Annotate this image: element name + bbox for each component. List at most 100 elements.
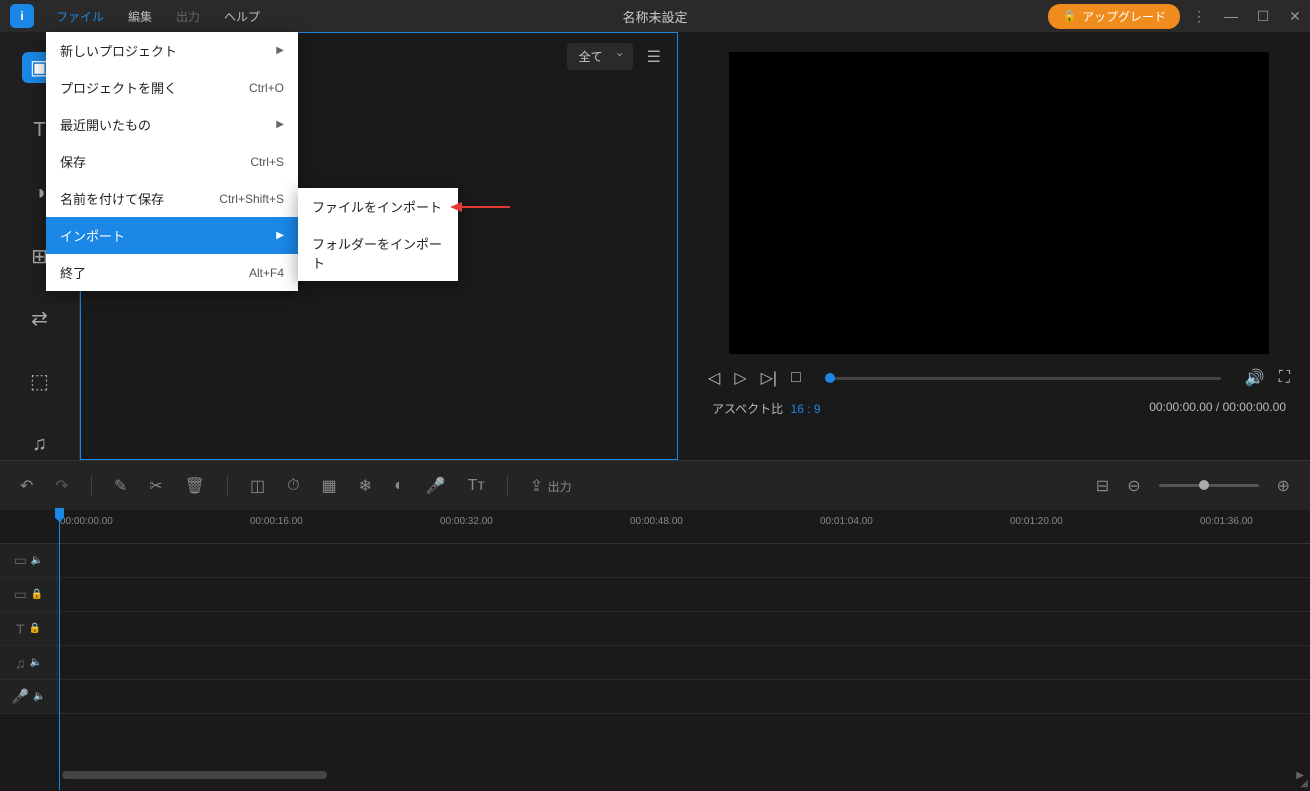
mute-icon[interactable]: 🔈 <box>30 657 42 668</box>
menu-recent[interactable]: 最近開いたもの▶ <box>46 106 298 143</box>
lock-icon: 🔒 <box>1062 9 1077 23</box>
next-frame-button[interactable]: ▷| <box>761 368 777 388</box>
mute-icon[interactable]: 🔈 <box>31 555 43 566</box>
track-row[interactable]: 🎤🔈 <box>0 680 1310 714</box>
menu-shortcut: Alt+F4 <box>249 266 284 280</box>
track-head-voice[interactable]: 🎤🔈 <box>0 680 58 713</box>
aspect-ratio-value[interactable]: 16 : 9 <box>791 402 821 416</box>
menu-import-folder[interactable]: フォルダーをインポート <box>298 225 458 281</box>
track-head-video[interactable]: ▭🔒 <box>0 578 58 611</box>
upgrade-label: アップグレード <box>1082 8 1166 25</box>
maximize-button[interactable]: ☐ <box>1254 8 1272 25</box>
speed-icon[interactable]: ⏱ <box>287 477 299 495</box>
menu-open-project[interactable]: プロジェクトを開く Ctrl+O <box>46 69 298 106</box>
elements-tab-icon[interactable]: ⬚ <box>22 366 58 397</box>
preview-video <box>729 52 1269 354</box>
stop-button[interactable]: □ <box>791 369 801 387</box>
scrollbar-thumb[interactable] <box>62 771 327 779</box>
close-button[interactable]: ✕ <box>1286 8 1304 25</box>
menu-item-label: プロジェクトを開く <box>60 78 177 97</box>
volume-icon[interactable]: 🔊 <box>1245 368 1265 388</box>
menu-import-file[interactable]: ファイルをインポート <box>298 188 458 225</box>
text-track-icon: T <box>16 621 25 637</box>
titlebar: i ファイル 編集 出力 ヘルプ 名称未設定 🔒 アップグレード ⋮ — ☐ ✕ <box>0 0 1310 32</box>
mute-icon[interactable]: 🔈 <box>33 691 45 702</box>
submenu-arrow-icon: ▶ <box>276 119 284 130</box>
zoom-slider[interactable] <box>1159 484 1259 487</box>
export-button[interactable]: ⇪ 出力 <box>530 476 572 496</box>
mosaic-icon[interactable]: ▦ <box>322 476 337 496</box>
duration-icon[interactable]: ◐ <box>394 477 404 495</box>
edit-tool-icon[interactable]: ✎ <box>114 476 127 496</box>
menu-item-label: 名前を付けて保存 <box>60 189 164 208</box>
menu-item-label: ファイルをインポート <box>312 197 442 216</box>
prev-frame-button[interactable]: ◁ <box>708 368 720 388</box>
menu-item-label: 終了 <box>60 263 86 282</box>
main-menu: ファイル 編集 出力 ヘルプ <box>44 2 272 31</box>
menu-edit[interactable]: 編集 <box>116 2 164 31</box>
playback-slider[interactable] <box>825 377 1221 380</box>
crop-icon[interactable]: ◫ <box>250 476 265 496</box>
time-display: 00:00:00.00 / 00:00:00.00 <box>1149 400 1286 417</box>
submenu-arrow-icon: ▶ <box>276 45 284 56</box>
list-view-icon[interactable]: ☰ <box>647 47 661 67</box>
track-row[interactable]: ♫🔈 <box>0 646 1310 680</box>
ruler-mark: 00:00:48.00 <box>630 516 683 527</box>
voice-track-icon: 🎤 <box>12 688 29 705</box>
window-title: 名称未設定 <box>622 7 687 26</box>
menu-item-label: フォルダーをインポート <box>312 234 444 272</box>
menu-import[interactable]: インポート▶ <box>46 217 298 254</box>
track-head-video[interactable]: ▭🔈 <box>0 544 58 577</box>
zoom-handle[interactable] <box>1199 480 1209 490</box>
menu-save[interactable]: 保存Ctrl+S <box>46 143 298 180</box>
ruler-mark: 00:01:36.00 <box>1200 516 1253 527</box>
redo-button[interactable]: ↷ <box>55 476 68 496</box>
file-menu-dropdown: 新しいプロジェクト▶ プロジェクトを開く Ctrl+O 最近開いたもの▶ 保存Ct… <box>46 32 298 291</box>
menu-exit[interactable]: 終了 Alt+F4 <box>46 254 298 291</box>
minimize-button[interactable]: — <box>1222 8 1240 25</box>
fit-icon[interactable]: ⊟ <box>1096 476 1109 496</box>
text-tool-icon[interactable]: Tт <box>468 477 485 495</box>
undo-button[interactable]: ↶ <box>20 476 33 496</box>
fullscreen-icon[interactable]: ⛶ <box>1279 369 1290 387</box>
horizontal-scrollbar[interactable]: ▶ <box>0 768 1310 782</box>
upgrade-button[interactable]: 🔒 アップグレード <box>1048 4 1180 29</box>
zoom-in-icon[interactable]: ⊕ <box>1277 476 1290 496</box>
more-icon[interactable]: ⋮ <box>1190 8 1208 25</box>
track-row[interactable]: T🔒 <box>0 612 1310 646</box>
timeline-tracks: ▭🔈 ▭🔒 T🔒 ♫🔈 🎤🔈 ▶ <box>0 544 1310 782</box>
menu-help[interactable]: ヘルプ <box>212 2 272 31</box>
menu-output[interactable]: 出力 <box>164 2 212 31</box>
timeline-ruler[interactable]: 00:00:00.00 00:00:16.00 00:00:32.00 00:0… <box>0 510 1310 544</box>
zoom-out-icon[interactable]: ⊖ <box>1127 476 1140 496</box>
media-filter-dropdown[interactable]: 全て <box>567 43 633 70</box>
menu-new-project[interactable]: 新しいプロジェクト▶ <box>46 32 298 69</box>
track-row[interactable]: ▭🔒 <box>0 578 1310 612</box>
menu-item-label: 保存 <box>60 152 86 171</box>
aspect-ratio-display: アスペクト比 16 : 9 <box>712 400 821 417</box>
track-head-audio[interactable]: ♫🔈 <box>0 646 58 679</box>
menu-file[interactable]: ファイル <box>44 2 116 31</box>
delete-button[interactable]: 🗑 <box>185 476 205 496</box>
ruler-mark: 00:01:20.00 <box>1010 516 1063 527</box>
menu-save-as[interactable]: 名前を付けて保存Ctrl+Shift+S <box>46 180 298 217</box>
playhead[interactable] <box>59 510 60 790</box>
lock-icon[interactable]: 🔒 <box>31 589 43 600</box>
playback-controls: ◁ ▷ ▷| □ 🔊 ⛶ <box>698 354 1300 396</box>
play-button[interactable]: ▷ <box>734 368 746 388</box>
playback-handle[interactable] <box>825 373 835 383</box>
cut-tool-icon[interactable]: ✂ <box>149 476 162 496</box>
lock-icon[interactable]: 🔒 <box>29 623 41 634</box>
menu-shortcut: Ctrl+O <box>249 81 284 95</box>
audio-tab-icon[interactable]: ♫ <box>22 429 58 460</box>
import-submenu: ファイルをインポート フォルダーをインポート <box>298 188 458 281</box>
voice-icon[interactable]: 🎤 <box>426 476 446 496</box>
transitions-tab-icon[interactable]: ⇄ <box>22 303 58 334</box>
track-head-text[interactable]: T🔒 <box>0 612 58 645</box>
menu-item-label: インポート <box>60 226 125 245</box>
timeline-toolbar: ↶ ↷ ✎ ✂ 🗑 ◫ ⏱ ▦ ❄ ◐ 🎤 Tт ⇪ 出力 ⊟ ⊖ ⊕ <box>0 460 1310 510</box>
track-row[interactable]: ▭🔈 <box>0 544 1310 578</box>
freeze-icon[interactable]: ❄ <box>359 476 372 496</box>
resize-grip-icon[interactable]: ◢ <box>1300 778 1308 789</box>
ruler-mark: 00:00:16.00 <box>250 516 303 527</box>
